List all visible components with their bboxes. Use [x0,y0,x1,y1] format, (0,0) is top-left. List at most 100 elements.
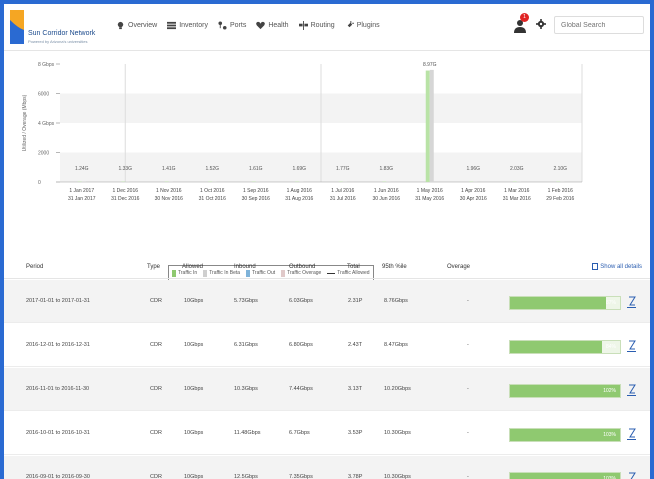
x-tick-label: 30 Nov 2016 [155,196,184,202]
bar-value-label: 1.83G [379,166,393,172]
row-details-icon[interactable] [628,340,636,350]
col-95th[interactable]: 95th %ile [382,264,407,270]
app-window: Sun Corridor Network Powered by Arizona'… [4,4,650,479]
table-row[interactable]: 2017-01-01 to 2017-01-31 CDR 10Gbps 5.73Gbp… [4,280,650,323]
cell-overage: - [467,386,469,392]
x-tick-label: 1 Nov 2016 [156,188,182,194]
cell-type: CDR [150,430,162,436]
col-period[interactable]: Period [26,264,43,270]
x-tick-label: 1 Jun 2016 [374,188,399,194]
bar-traffic-out [429,69,434,182]
cell-p95: 8.76Gbps [384,298,408,304]
bulb-icon [117,21,124,30]
brand-tagline: Powered by Arizona's universities [28,39,88,44]
bar-value-label: 1.77G [336,166,350,172]
y-tick-label: 8 Gbps [38,62,55,68]
x-tick-label: 1 Aug 2016 [287,188,313,194]
table-row[interactable]: 2016-10-01 to 2016-10-31 CDR 10Gbps 11.48Gb… [4,412,650,455]
bar-value-label: 1.69G [292,166,306,172]
utilization-bar: 103% [509,428,621,442]
cell-outbound: 7.44Gbps [289,386,313,392]
row-details-icon[interactable] [628,384,636,394]
bar-value-label: 1.24G [75,166,89,172]
cell-outbound: 6.80Gbps [289,342,313,348]
nav-routing[interactable]: Routing [298,21,335,30]
nav-label: Inventory [179,22,208,29]
brand-name: Sun Corridor Network [28,30,96,37]
cell-overage: - [467,298,469,304]
col-inbound[interactable]: Inbound [234,264,256,270]
cell-period: 2016-11-01 to 2016-11-30 [26,386,90,392]
col-total[interactable]: Total [347,264,360,270]
cell-outbound: 6.7Gbps [289,430,310,436]
utilization-label: 103% [603,432,616,438]
table-row[interactable]: 2016-09-01 to 2016-09-30 CDR 10Gbps 12.5Gbp… [4,456,650,479]
col-overage[interactable]: Overage [447,264,470,270]
row-details-icon[interactable] [628,296,636,306]
cell-outbound: 7.35Gbps [289,474,313,479]
bar-value-label: 1.96G [466,166,480,172]
list-icon [167,21,177,30]
row-details-icon[interactable] [628,428,636,438]
utilization-label: 84% [605,344,616,350]
top-header: Sun Corridor Network Powered by Arizona'… [4,4,650,51]
gear-icon [536,19,546,29]
x-tick-label: 31 Jan 2017 [68,196,96,202]
bar-value-label: 1.52G [205,166,219,172]
x-tick-label: 30 Apr 2016 [460,196,487,202]
col-allowed[interactable]: Allowed [182,264,203,270]
cell-p95: 10.30Gbps [384,474,411,479]
nav-overview[interactable]: Overview [116,21,157,30]
bar-value-label: 8.97G [423,62,437,68]
cell-allowed: 10Gbps [184,298,204,304]
cell-allowed: 10Gbps [184,342,204,348]
utilization-bar: 103% [509,472,621,479]
document-icon [592,263,599,270]
settings-button[interactable] [536,16,546,34]
table-row[interactable]: 2016-11-01 to 2016-11-30 CDR 10Gbps 10.3Gbp… [4,368,650,411]
col-outbound[interactable]: Outbound [289,264,315,270]
cell-period: 2016-09-01 to 2016-09-30 [26,474,90,479]
cell-p95: 10.30Gbps [384,430,411,436]
bar-value-label: 2.03G [510,166,524,172]
utilization-bar: 87% [509,296,621,310]
bar-traffic-in [425,70,430,182]
col-type[interactable]: Type [147,264,160,270]
x-tick-label: 1 Mar 2016 [504,188,530,194]
bar-value-label: 2.10G [553,166,567,172]
cell-allowed: 10Gbps [184,386,204,392]
x-tick-label: 31 Aug 2016 [285,196,313,202]
x-tick-label: 1 May 2016 [417,188,443,194]
x-tick-label: 31 Dec 2016 [111,196,140,202]
bar-value-label: 1.41G [162,166,176,172]
utilization-fill [510,297,606,309]
table-row[interactable]: 2016-12-01 to 2016-12-31 CDR 10Gbps 6.31Gbp… [4,324,650,367]
x-tick-label: 29 Feb 2016 [546,196,574,202]
y-tick-label: 0 [38,180,41,186]
nav-plugins[interactable]: Plugins [345,21,380,30]
cell-total: 3.78P [348,474,363,479]
x-tick-label: 1 Feb 2016 [548,188,574,194]
nav-inventory[interactable]: Inventory [167,21,208,30]
nav-label: Overview [128,22,158,29]
cell-type: CDR [150,342,162,348]
nav-label: Plugins [356,22,380,29]
cell-total: 2.43T [348,342,363,348]
cell-type: CDR [150,474,162,479]
global-search-input[interactable] [554,16,644,34]
x-tick-label: 1 Dec 2016 [112,188,138,194]
nav-ports[interactable]: Ports [218,21,246,30]
nav-label: Health [268,22,289,29]
heart-icon [256,21,266,30]
x-tick-label: 30 Jun 2016 [372,196,400,202]
nav-health[interactable]: Health [256,21,289,30]
show-all-details-link[interactable]: Show all details [592,263,642,270]
brand-logo[interactable]: Sun Corridor Network Powered by Arizona'… [10,10,118,46]
header-actions: 1 [514,13,644,34]
row-details-icon[interactable] [628,472,636,479]
notifications-button[interactable]: 1 [514,13,529,33]
row-details-underline [627,439,636,440]
nav-label: Ports [229,22,247,29]
cell-type: CDR [150,386,162,392]
cell-inbound: 5.73Gbps [234,298,258,304]
